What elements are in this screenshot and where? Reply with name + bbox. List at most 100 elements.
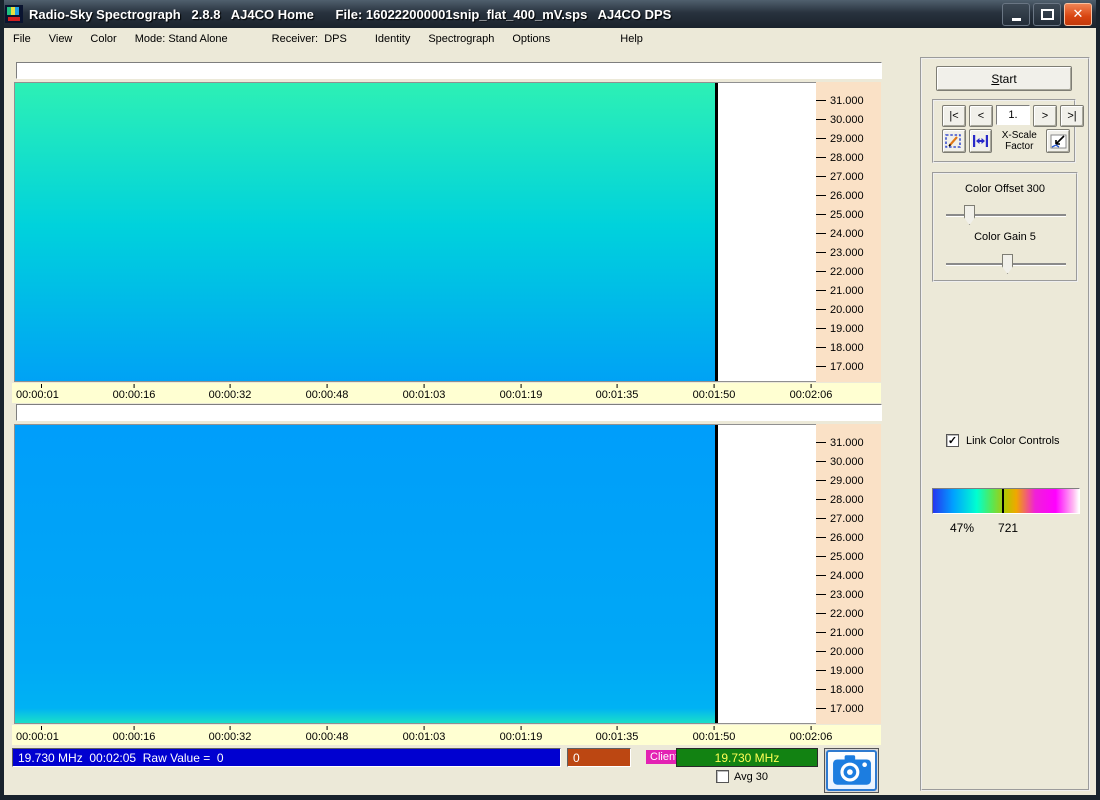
spectrogram-data-2[interactable] xyxy=(15,425,718,723)
menu-bar: FileViewColorMode: Stand Alone Receiver: … xyxy=(4,28,1096,50)
menu-item[interactable]: Spectrograph xyxy=(419,30,503,48)
first-page-label: |< xyxy=(949,110,958,122)
frequency-tick: 31.000 xyxy=(816,433,881,452)
menu-item[interactable]: Receiver: DPS xyxy=(263,30,356,48)
spectrogram-data-1[interactable] xyxy=(15,83,718,381)
tick-dash xyxy=(816,651,826,652)
frequency-tick: 28.000 xyxy=(816,148,881,167)
frequency-tick: 21.000 xyxy=(816,623,881,642)
frequency-tick-label: 23.000 xyxy=(830,589,864,601)
maximize-button[interactable] xyxy=(1033,3,1061,26)
color-offset-slider[interactable] xyxy=(946,214,1066,217)
time-tick-label: 00:02:06 xyxy=(790,383,833,403)
frequency-tick-label: 20.000 xyxy=(830,304,864,316)
cursor-percent: 47% xyxy=(950,521,974,535)
start-button[interactable]: Start xyxy=(936,66,1072,91)
menu-item[interactable]: Mode: Stand Alone xyxy=(126,30,237,48)
color-offset-label: Color Offset 300 xyxy=(934,183,1076,195)
frequency-tick: 19.000 xyxy=(816,661,881,680)
x-scale-factor-label: X-Scale Factor xyxy=(995,130,1043,152)
tick-dash xyxy=(816,708,826,709)
next-page-button[interactable]: > xyxy=(1033,105,1057,127)
client-count: 0 xyxy=(567,748,631,767)
frequency-tick: 27.000 xyxy=(816,167,881,186)
title-bar[interactable]: Radio-Sky Spectrograph 2.8.8 AJ4CO Home … xyxy=(0,0,1100,28)
frequency-tick: 26.000 xyxy=(816,186,881,205)
last-page-button[interactable]: >| xyxy=(1060,105,1084,127)
spectrogram-panel-1[interactable] xyxy=(14,82,817,382)
frequency-tick: 30.000 xyxy=(816,110,881,129)
frequency-tick-label: 28.000 xyxy=(830,494,864,506)
frequency-tick-label: 22.000 xyxy=(830,608,864,620)
menu-item[interactable]: Help xyxy=(611,30,652,48)
frequency-tick: 26.000 xyxy=(816,528,881,547)
frequency-tick: 31.000 xyxy=(816,91,881,110)
minimize-icon xyxy=(1012,18,1021,21)
camera-frame xyxy=(826,750,877,791)
tick-dash xyxy=(816,461,826,462)
frequency-tick: 21.000 xyxy=(816,281,881,300)
avg-label: Avg 30 xyxy=(734,771,768,783)
minimize-button[interactable] xyxy=(1002,3,1030,26)
first-page-button[interactable]: |< xyxy=(942,105,966,127)
color-scale-bar[interactable] xyxy=(932,488,1080,514)
frequency-tick-label: 24.000 xyxy=(830,228,864,240)
x-scale-value-field[interactable]: 1. xyxy=(996,105,1030,125)
color-gain-thumb[interactable] xyxy=(1002,254,1013,274)
select-region-button[interactable] xyxy=(942,129,966,153)
frequency-tick-label: 31.000 xyxy=(830,437,864,449)
frequency-tick-label: 29.000 xyxy=(830,133,864,145)
frequency-tick-label: 17.000 xyxy=(830,361,864,373)
tick-dash xyxy=(816,119,826,120)
menu-item[interactable]: Options xyxy=(503,30,559,48)
spectrogram-panel-2[interactable] xyxy=(14,424,817,724)
compress-scale-button[interactable] xyxy=(1046,129,1070,153)
application-window: Radio-Sky Spectrograph 2.8.8 AJ4CO Home … xyxy=(0,0,1100,800)
fit-width-button[interactable] xyxy=(969,129,993,153)
menu-item[interactable]: Color xyxy=(81,30,125,48)
tick-dash xyxy=(816,632,826,633)
tick-dash xyxy=(816,195,826,196)
frequency-tick-label: 28.000 xyxy=(830,152,864,164)
frequency-tick: 30.000 xyxy=(816,452,881,471)
avg-checkbox[interactable] xyxy=(716,770,729,783)
maximize-icon xyxy=(1041,9,1054,20)
close-button[interactable]: ✕ xyxy=(1064,3,1092,26)
control-panel: Start |< < 1. > >| xyxy=(920,57,1090,791)
tick-dash xyxy=(816,309,826,310)
prev-page-label: < xyxy=(978,110,984,122)
tick-dash xyxy=(816,214,826,215)
screenshot-button[interactable] xyxy=(824,748,879,793)
tick-dash xyxy=(816,366,826,367)
frequency-tick-label: 22.000 xyxy=(830,266,864,278)
tick-dash xyxy=(816,442,826,443)
color-gain-slider[interactable] xyxy=(946,263,1066,266)
frequency-tick: 24.000 xyxy=(816,224,881,243)
avg-row: Avg 30 xyxy=(716,770,768,783)
frequency-tick: 18.000 xyxy=(816,680,881,699)
menu-item[interactable]: File xyxy=(4,30,40,48)
tick-dash xyxy=(816,594,826,595)
tick-dash xyxy=(816,100,826,101)
frequency-tick: 17.000 xyxy=(816,699,881,718)
tick-dash xyxy=(816,575,826,576)
frequency-tick: 22.000 xyxy=(816,262,881,281)
link-color-checkbox[interactable]: ✓ xyxy=(946,434,959,447)
horizontal-resize-icon xyxy=(972,134,989,148)
frequency-tick-label: 27.000 xyxy=(830,171,864,183)
frequency-tick-label: 30.000 xyxy=(830,456,864,468)
frequency-tick: 23.000 xyxy=(816,243,881,262)
link-color-row: ✓ Link Color Controls xyxy=(946,434,1060,447)
tick-dash xyxy=(816,138,826,139)
time-axis-1: 00:00:0100:00:1600:00:3200:00:4800:01:03… xyxy=(12,383,881,403)
frequency-scale-1: 31.00030.000 29.000 28.000 27.000 26.00025.0… xyxy=(816,82,881,382)
frequency-tick: 29.000 xyxy=(816,129,881,148)
prev-page-button[interactable]: < xyxy=(969,105,993,127)
menu-item[interactable]: Identity xyxy=(366,30,419,48)
menu-item[interactable]: View xyxy=(40,30,82,48)
frequency-tick: 25.000 xyxy=(816,205,881,224)
cursor-readout: 19.730 MHz 00:02:05 Raw Value = 0 xyxy=(12,748,561,767)
frequency-tick-label: 19.000 xyxy=(830,323,864,335)
frequency-tick: 17.000 xyxy=(816,357,881,376)
color-offset-thumb[interactable] xyxy=(964,205,975,225)
